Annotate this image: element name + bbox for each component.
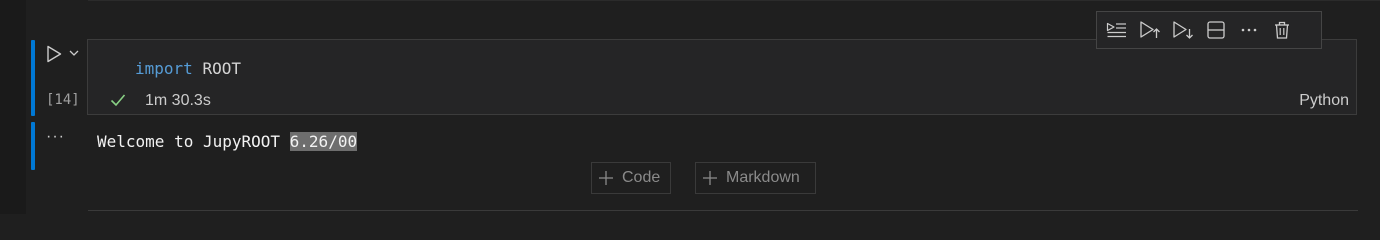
add-markdown-cell-button[interactable]: Markdown	[695, 162, 816, 194]
cell-language-picker[interactable]: Python	[1299, 92, 1349, 110]
previous-cell-divider	[88, 0, 1380, 1]
execute-above-button[interactable]	[1135, 15, 1165, 45]
more-actions-button[interactable]	[1234, 15, 1264, 45]
cell-toolbar	[1096, 11, 1322, 49]
output-more-actions-button[interactable]: ···	[46, 128, 65, 146]
play-icon	[47, 45, 62, 63]
code-line[interactable]: import ROOT	[135, 59, 241, 78]
delete-cell-button[interactable]	[1267, 15, 1297, 45]
editor-gutter	[0, 0, 26, 214]
add-code-label: Code	[622, 169, 661, 186]
run-cell-button[interactable]	[44, 44, 64, 64]
next-cell-divider	[88, 210, 1358, 211]
code-keyword: import	[135, 59, 193, 78]
execution-count: [14]	[46, 92, 80, 108]
run-options-dropdown[interactable]	[67, 46, 81, 60]
run-by-line-button[interactable]	[1102, 15, 1132, 45]
execute-above-icon	[1140, 21, 1160, 38]
split-cell-icon	[1207, 21, 1225, 39]
plus-icon	[599, 171, 613, 185]
code-cell[interactable]: import ROOT 1m 30.3s Python	[87, 39, 1357, 115]
add-markdown-label: Markdown	[726, 169, 800, 186]
run-by-line-icon	[1106, 22, 1126, 38]
notebook-editor: [14] ··· import ROOT 1m 30.3s Python Wel…	[0, 0, 1380, 214]
plus-icon	[703, 171, 717, 185]
chevron-down-icon	[69, 50, 79, 56]
check-icon	[110, 94, 126, 107]
cell-output: Welcome to JupyROOT 6.26/00	[97, 132, 358, 151]
code-module-name: ROOT	[202, 59, 241, 78]
cell-focus-indicator	[31, 40, 35, 116]
delete-icon	[1275, 21, 1289, 39]
highlighted-version: 6.26/00	[289, 132, 358, 151]
split-cell-button[interactable]	[1201, 15, 1231, 45]
output-focus-indicator	[31, 122, 35, 170]
execute-below-button[interactable]	[1168, 15, 1198, 45]
execution-time: 1m 30.3s	[145, 92, 211, 109]
add-code-cell-button[interactable]: Code	[591, 162, 671, 194]
execute-below-icon	[1173, 21, 1193, 39]
more-actions-icon	[1241, 28, 1257, 32]
output-text: Welcome to JupyROOT	[97, 132, 290, 151]
